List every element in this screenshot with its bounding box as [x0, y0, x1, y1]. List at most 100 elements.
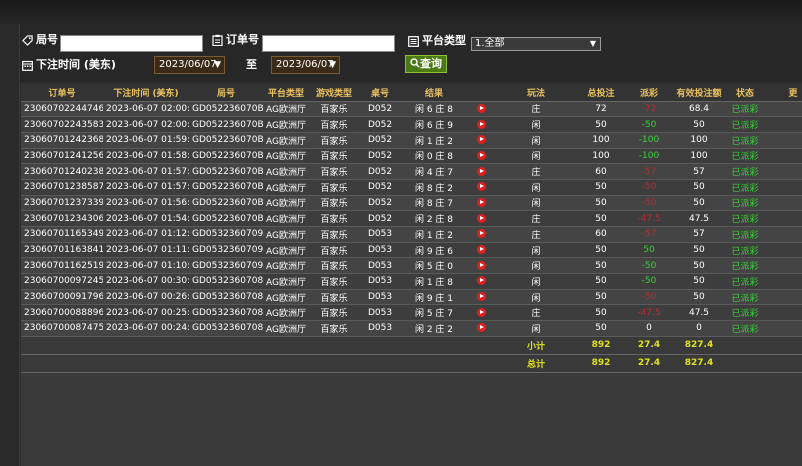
- col-header-order[interactable]: 订单号: [21, 84, 103, 102]
- table-row[interactable]: 2306070124125642023-06-07 01:58:41GD0522…: [21, 148, 802, 165]
- col-header-result[interactable]: 结果: [401, 84, 467, 102]
- status-cell: 已派彩: [725, 195, 765, 212]
- date-from-select[interactable]: 2023/06/07 ▼: [154, 56, 225, 74]
- play-video-icon[interactable]: [476, 307, 486, 317]
- col-header-more[interactable]: 更: [765, 84, 802, 102]
- play-video-icon[interactable]: [476, 276, 486, 286]
- col-header-valid[interactable]: 有效投注额: [673, 84, 725, 102]
- app-window: 局号 订单号 平台类型 1.全部 ▼ 下注时间 (美东) 2023/06/07 ▼ …: [0, 0, 802, 466]
- empty-cell: [103, 354, 189, 373]
- bet-amount-cell: 60: [577, 163, 625, 180]
- col-header-game[interactable]: 游戏类型: [309, 84, 359, 102]
- round-id-cell: GD052236070BO: [189, 148, 263, 165]
- video-cell: [467, 132, 495, 149]
- table-row[interactable]: 2306070009179602023-06-07 00:26:54GD0532…: [21, 289, 802, 306]
- table-row[interactable]: 2306070116251942023-06-07 01:10:46GD0532…: [21, 257, 802, 275]
- date-to-select[interactable]: 2023/06/07 ▼: [271, 56, 340, 74]
- valid-bet-cell: 50: [673, 289, 725, 306]
- table-row[interactable]: 2306070124023892023-06-07 01:57:56GD0522…: [21, 163, 802, 180]
- video-cell: [467, 101, 495, 118]
- result-cell: 闲 8 庄 7: [401, 195, 467, 212]
- play-video-icon[interactable]: [476, 119, 486, 129]
- table-row[interactable]: 2306070008889602023-06-07 00:25:10GD0532…: [21, 304, 802, 322]
- bet-time-cell: 2023-06-07 01:12:30: [103, 226, 189, 243]
- col-header-status[interactable]: 状态: [725, 84, 765, 102]
- video-cell: [467, 195, 495, 212]
- order-id-cell: 230607012402389: [21, 163, 103, 180]
- order-input[interactable]: [262, 35, 395, 52]
- col-header-time[interactable]: 下注时间 (美东): [103, 84, 189, 102]
- valid-bet-cell: 57: [673, 163, 725, 180]
- play-video-icon[interactable]: [476, 182, 486, 192]
- table-row[interactable]: 2306070008747592023-06-07 00:24:19GD0532…: [21, 320, 802, 337]
- col-header-platform[interactable]: 平台类型: [263, 84, 309, 102]
- empty-cell: [765, 354, 802, 373]
- platform-cell: AG欧洲厅: [263, 148, 309, 165]
- status-cell: 已派彩: [725, 148, 765, 165]
- play-video-icon[interactable]: [476, 197, 486, 207]
- game-type-cell: 百家乐: [309, 179, 359, 196]
- order-id-cell: 230607000917960: [21, 289, 103, 306]
- clipboard-icon: [212, 34, 223, 46]
- more-cell: [765, 101, 802, 118]
- play-video-icon[interactable]: [476, 103, 486, 113]
- play-video-icon[interactable]: [476, 292, 486, 302]
- table-row[interactable]: 2306070224474632023-06-07 02:00:55GD0522…: [21, 101, 802, 118]
- table-id-cell: D053: [359, 226, 401, 243]
- search-icon: [410, 58, 420, 68]
- bet-time-cell: 2023-06-07 01:57:56: [103, 163, 189, 180]
- bet-time-cell: 2023-06-07 01:11:34: [103, 242, 189, 259]
- platform-select[interactable]: 1.全部 ▼: [471, 37, 601, 51]
- play-video-icon[interactable]: [476, 213, 486, 223]
- col-header-table[interactable]: 桌号: [359, 84, 401, 102]
- col-header-payout[interactable]: 派彩: [625, 84, 673, 102]
- round-input[interactable]: [60, 35, 203, 52]
- col-header-bet[interactable]: 总投注: [577, 84, 625, 102]
- game-type-cell: 百家乐: [309, 289, 359, 306]
- more-cell: [765, 289, 802, 306]
- col-header-round[interactable]: 局号: [189, 84, 263, 102]
- table-row[interactable]: 2306070124236842023-06-07 01:59:20GD0522…: [21, 132, 802, 149]
- bet-amount-cell: 60: [577, 226, 625, 243]
- video-cell: [467, 148, 495, 165]
- bet-amount-cell: 50: [577, 257, 625, 275]
- bet-amount-cell: 50: [577, 210, 625, 227]
- game-type-cell: 百家乐: [309, 320, 359, 337]
- more-cell: [765, 179, 802, 196]
- round-id-cell: GD0532360708H: [189, 273, 263, 290]
- table-row[interactable]: 2306070116384142023-06-07 01:11:34GD0532…: [21, 242, 802, 259]
- more-cell: [765, 132, 802, 149]
- play-video-icon[interactable]: [476, 323, 486, 333]
- valid-bet-cell: 50: [673, 257, 725, 275]
- payout-cell: -50: [625, 116, 673, 133]
- table-row[interactable]: 2306070123733922023-06-07 01:56:18GD0522…: [21, 195, 802, 212]
- play-video-icon[interactable]: [476, 135, 486, 145]
- play-video-icon[interactable]: [476, 229, 486, 239]
- table-row[interactable]: 2306070224358312023-06-07 02:00:09GD0522…: [21, 116, 802, 133]
- table-row[interactable]: 2306070123430652023-06-07 01:54:26GD0522…: [21, 210, 802, 227]
- empty-cell: [765, 336, 802, 355]
- table-row[interactable]: 2306070116534992023-06-07 01:12:30GD0532…: [21, 226, 802, 243]
- play-video-icon[interactable]: [476, 260, 486, 270]
- play-video-icon[interactable]: [476, 245, 486, 255]
- play-video-icon[interactable]: [476, 150, 486, 160]
- more-cell: [765, 226, 802, 243]
- game-type-cell: 百家乐: [309, 242, 359, 259]
- result-cell: 闲 1 庄 8: [401, 273, 467, 290]
- empty-cell: [359, 336, 401, 355]
- query-button[interactable]: 查询: [405, 55, 447, 73]
- col-header-play[interactable]: 玩法: [495, 84, 577, 102]
- play-video-icon[interactable]: [476, 166, 486, 176]
- video-cell: [467, 304, 495, 322]
- more-cell: [765, 210, 802, 227]
- order-id-cell: 230607012423684: [21, 132, 103, 149]
- game-type-cell: 百家乐: [309, 210, 359, 227]
- top-bar: [0, 0, 802, 24]
- round-id-cell: GD052236070BM: [189, 179, 263, 196]
- subtotal-row: 小计 892 27.4 827.4: [21, 336, 802, 355]
- valid-bet-cell: 50: [673, 116, 725, 133]
- table-row[interactable]: 2306070123858712023-06-07 01:57:04GD0522…: [21, 179, 802, 196]
- play-type-cell: 庄: [495, 210, 577, 227]
- table-row[interactable]: 2306070009724522023-06-07 00:30:24GD0532…: [21, 273, 802, 290]
- order-id-cell: 230607012385871: [21, 179, 103, 196]
